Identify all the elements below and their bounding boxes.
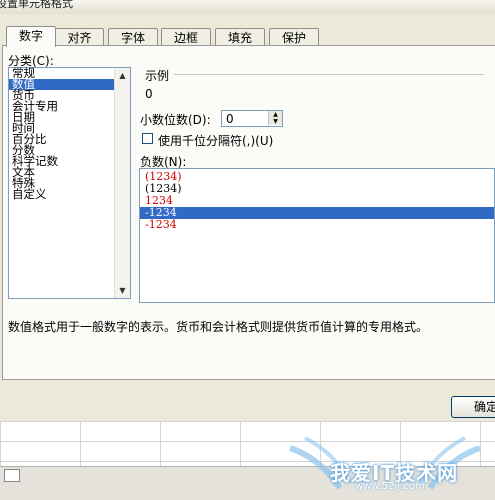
negative-option[interactable]: -1234: [140, 219, 494, 231]
format-description: 数值格式用于一般数字的表示。货币和会计格式则提供货币值计算的专用格式。: [8, 320, 429, 334]
sample-group-line: [174, 74, 484, 75]
sample-value: 0: [145, 87, 153, 101]
title-bar: 设置单元格格式: [0, 0, 495, 14]
decimal-places-label: 小数位数(D):: [140, 113, 211, 127]
negative-numbers-list[interactable]: (1234) (1234) 1234 -1234 -1234: [139, 168, 495, 303]
tab-protection[interactable]: 保护: [269, 28, 319, 46]
spin-up-icon[interactable]: ▲: [268, 111, 282, 118]
category-scrollbar[interactable]: ▲ ▼: [114, 68, 130, 298]
negative-option[interactable]: (1234): [140, 171, 494, 183]
scroll-down-icon[interactable]: ▼: [115, 283, 130, 298]
window-title: 设置单元格格式: [0, 0, 73, 10]
spin-down-icon[interactable]: ▼: [268, 118, 282, 125]
category-list[interactable]: 常规 数值 货币 会计专用 日期 时间 百分比 分数 科学记数 文本 特殊 自定…: [8, 67, 131, 299]
tab-strip: 数字 对齐 字体 边框 填充 保护: [0, 26, 495, 47]
decimal-places-value[interactable]: 0: [226, 112, 234, 126]
negative-option[interactable]: 1234: [140, 195, 494, 207]
tab-font[interactable]: 字体: [108, 28, 158, 46]
thousands-separator-label[interactable]: 使用千位分隔符(,)(U): [158, 132, 273, 149]
tab-fill[interactable]: 填充: [215, 28, 265, 46]
scroll-up-icon[interactable]: ▲: [115, 68, 130, 83]
sample-label: 示例: [145, 69, 170, 83]
decimal-places-spinner[interactable]: 0 ▲ ▼: [221, 110, 283, 127]
negative-option[interactable]: (1234): [140, 183, 494, 195]
ok-button[interactable]: 确定: [451, 396, 495, 418]
tab-alignment[interactable]: 对齐: [55, 28, 104, 46]
tab-number[interactable]: 数字: [6, 26, 56, 47]
negative-option-selected[interactable]: -1234: [140, 207, 494, 219]
watermark-url: www.52ij.com: [355, 481, 425, 492]
tab-border[interactable]: 边框: [161, 28, 211, 46]
insert-sheet-icon[interactable]: [4, 469, 20, 482]
category-item-custom[interactable]: 自定义: [9, 188, 115, 200]
thousands-separator-checkbox[interactable]: [142, 133, 153, 144]
